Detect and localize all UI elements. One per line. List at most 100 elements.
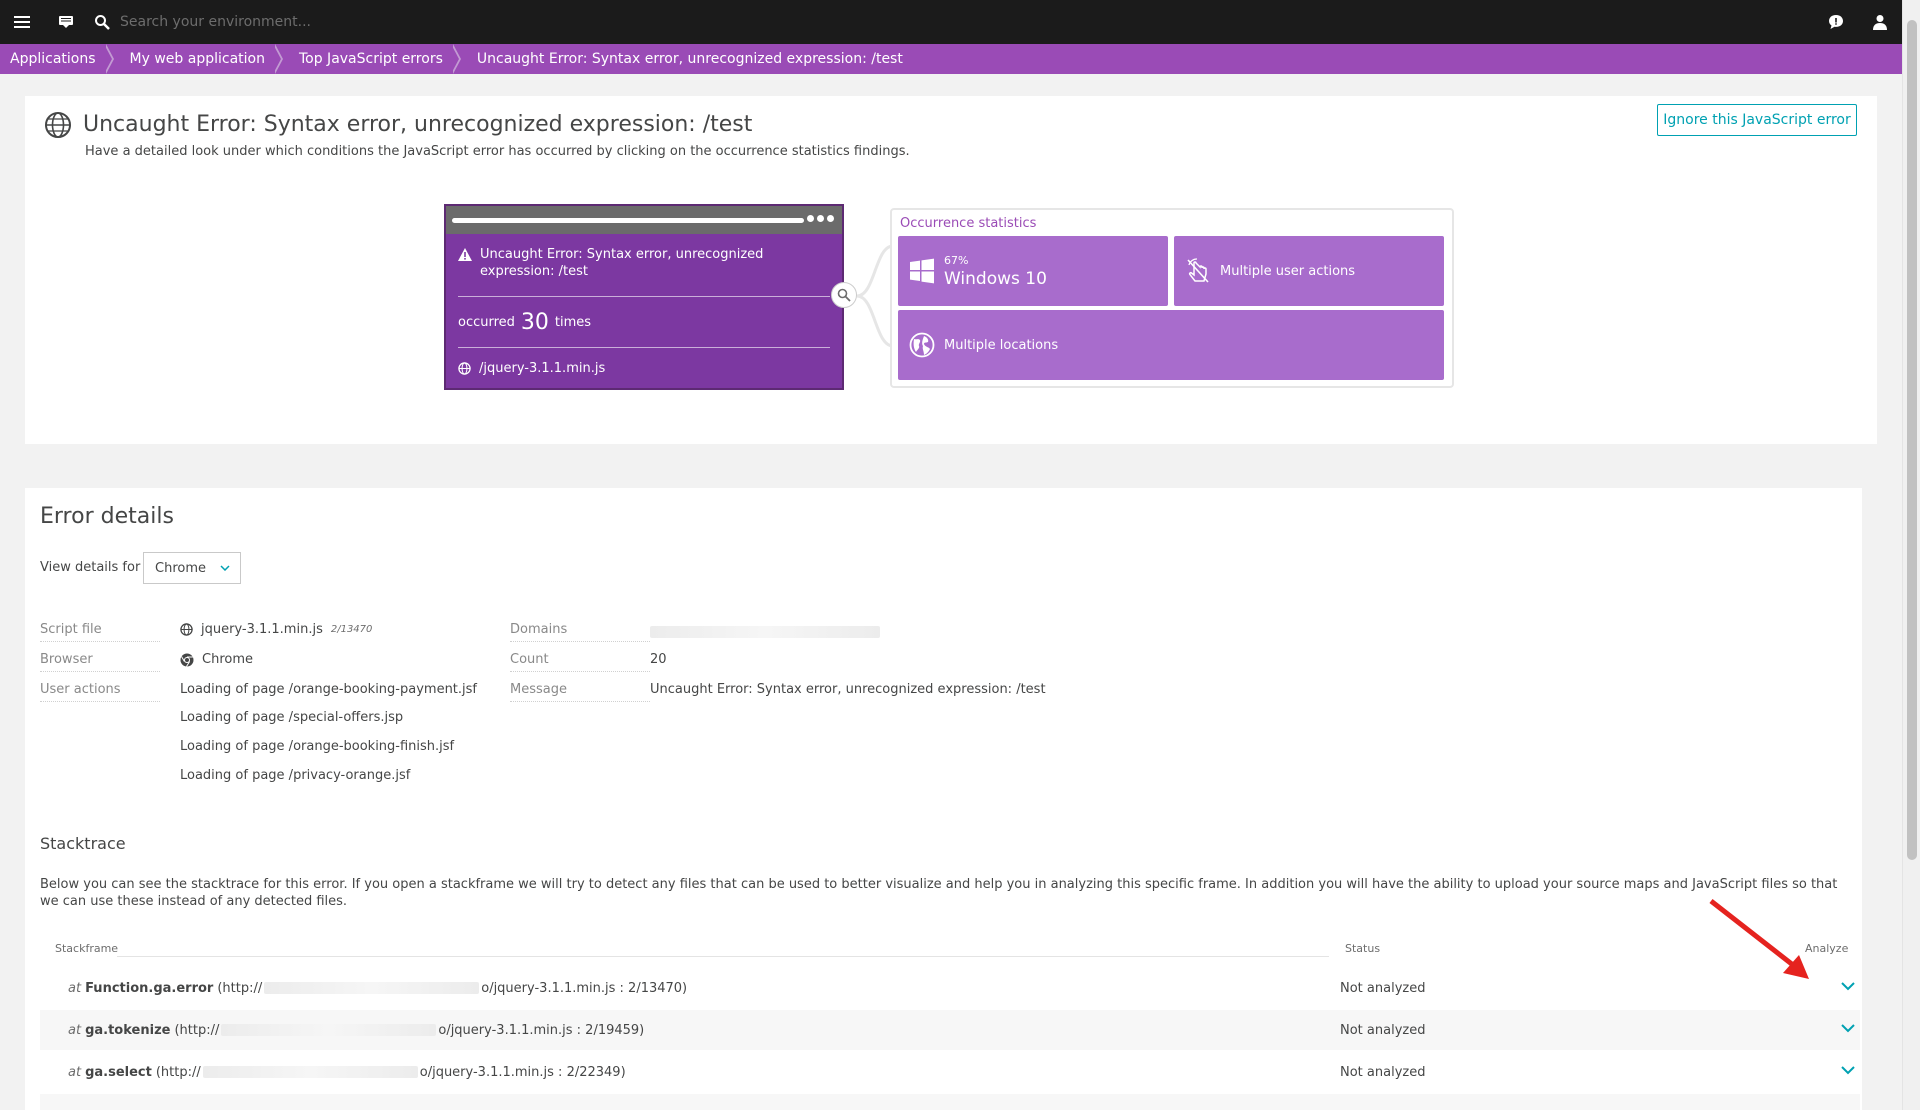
page-title: Uncaught Error: Syntax error, unrecogniz… xyxy=(83,112,753,137)
error-summary: Uncaught Error: Syntax error, unrecogniz… xyxy=(446,234,842,296)
globe-icon xyxy=(458,361,471,375)
connector-lines xyxy=(857,244,893,348)
occurrence-statistics: Occurrence statistics 67% Windows 10 Mul… xyxy=(890,208,1454,388)
frame-status: Not analyzed xyxy=(1340,1064,1426,1080)
chevron-down-icon[interactable] xyxy=(1840,981,1856,991)
error-file: /jquery-3.1.1.min.js xyxy=(446,348,842,388)
frame-url-suffix: o/jquery-3.1.1.min.js : 2/22349) xyxy=(419,1064,626,1080)
globe-icon xyxy=(45,112,71,138)
frame-url-prefix: (http:// xyxy=(155,1064,201,1080)
frame-status: Not analyzed xyxy=(1340,980,1426,996)
occurrence-title: Occurrence statistics xyxy=(900,216,1037,231)
occurrence-count: occurred 30 times xyxy=(446,297,842,347)
script-file-value: jquery-3.1.1.min.js 2/13470 xyxy=(180,622,372,637)
user-action-icon xyxy=(1184,257,1212,285)
chevron-down-icon[interactable] xyxy=(1840,1065,1856,1075)
occurred-count-value: 30 xyxy=(520,309,549,335)
count-label: Count xyxy=(510,652,650,672)
stackframe-row-partial[interactable] xyxy=(40,1094,1860,1110)
breadcrumb-top-javascript-errors[interactable]: Top JavaScript errors xyxy=(289,44,453,74)
user-icon[interactable] xyxy=(1858,0,1902,44)
error-browser-card: Uncaught Error: Syntax error, unrecogniz… xyxy=(444,204,844,390)
frame-status: Not analyzed xyxy=(1340,1022,1426,1038)
warning-icon xyxy=(458,248,472,261)
frame-function: Function.ga.error xyxy=(85,980,214,996)
menu-icon[interactable] xyxy=(0,0,44,44)
breadcrumb: Applications My web application Top Java… xyxy=(0,44,1902,74)
column-status: Status xyxy=(1345,942,1381,955)
breadcrumb-applications[interactable]: Applications xyxy=(0,44,106,74)
browser-label: Browser xyxy=(40,652,160,672)
browser-select-value: Chrome xyxy=(155,560,206,576)
os-name: Windows 10 xyxy=(944,268,1047,289)
frame-at: at xyxy=(68,1064,82,1080)
stackframe-row[interactable]: at ga.select (http:// o/jquery-3.1.1.min… xyxy=(40,1052,1860,1092)
user-actions-label: User actions xyxy=(40,682,160,702)
frame-url-redacted xyxy=(221,1024,437,1036)
chevron-down-icon xyxy=(220,565,230,571)
search-icon xyxy=(95,15,110,30)
annotation-arrow-icon xyxy=(1709,899,1809,979)
breadcrumb-separator xyxy=(103,44,120,74)
frame-url-prefix: (http:// xyxy=(217,980,263,996)
view-details-label: View details for xyxy=(40,560,141,575)
breadcrumb-current-error: Uncaught Error: Syntax error, unrecogniz… xyxy=(476,51,903,67)
breadcrumb-my-web-application[interactable]: My web application xyxy=(120,44,275,74)
breadcrumb-separator xyxy=(450,44,467,74)
frame-function: ga.select xyxy=(85,1064,152,1080)
user-action-item[interactable]: Loading of page /orange-booking-payment.… xyxy=(180,682,477,697)
stackframe-row[interactable]: at ga.tokenize (http:// o/jquery-3.1.1.m… xyxy=(40,1010,1860,1050)
frame-url-redacted xyxy=(264,982,480,994)
windows-icon xyxy=(908,258,936,284)
user-action-item[interactable]: Loading of page /orange-booking-finish.j… xyxy=(180,739,454,754)
browser-name: Chrome xyxy=(202,652,253,667)
notifications-icon[interactable] xyxy=(44,0,88,44)
page-scrollbar[interactable] xyxy=(1902,0,1920,1110)
breadcrumb-separator xyxy=(272,44,289,74)
frame-url-suffix: o/jquery-3.1.1.min.js : 2/13470) xyxy=(481,980,688,996)
message-value: Uncaught Error: Syntax error, unrecogniz… xyxy=(650,682,1046,697)
script-file-label: Script file xyxy=(40,622,160,642)
locations-label: Multiple locations xyxy=(944,337,1059,353)
ignore-error-button[interactable]: Ignore this JavaScript error xyxy=(1657,104,1857,136)
os-tile[interactable]: 67% Windows 10 xyxy=(898,236,1168,306)
error-file-name: /jquery-3.1.1.min.js xyxy=(479,360,606,376)
error-summary-text: Uncaught Error: Syntax error, unrecogniz… xyxy=(480,247,764,279)
error-details-title: Error details xyxy=(40,504,174,529)
script-file-name[interactable]: jquery-3.1.1.min.js xyxy=(201,622,323,637)
browser-chrome xyxy=(446,206,842,234)
script-file-position: 2/13470 xyxy=(330,624,373,635)
browser-select[interactable]: Chrome xyxy=(143,552,241,584)
frame-at: at xyxy=(68,1022,82,1038)
chrome-icon xyxy=(180,653,194,667)
stackframe-row[interactable]: at Function.ga.error (http:// o/jquery-3… xyxy=(40,968,1860,1008)
user-action-item[interactable]: Loading of page /special-offers.jsp xyxy=(180,710,403,725)
top-bar: Search your environment... xyxy=(0,0,1902,44)
message-label: Message xyxy=(510,682,650,702)
world-icon xyxy=(908,332,936,358)
magnifier-icon xyxy=(831,282,857,308)
scrollbar-thumb[interactable] xyxy=(1907,20,1917,860)
stacktrace-header: Stackframe Status Analyze xyxy=(55,942,1848,962)
error-overview-panel: Uncaught Error: Syntax error, unrecogniz… xyxy=(25,96,1877,444)
chat-icon[interactable] xyxy=(1814,0,1858,44)
domains-label: Domains xyxy=(510,622,650,642)
user-actions-label: Multiple user actions xyxy=(1220,263,1356,279)
stacktrace-description: Below you can see the stacktrace for thi… xyxy=(40,877,1838,909)
count-value: 20 xyxy=(650,652,667,667)
os-percent: 67% xyxy=(944,253,969,267)
user-actions-tile[interactable]: Multiple user actions xyxy=(1174,236,1444,306)
user-action-item[interactable]: Loading of page /privacy-orange.jsf xyxy=(180,768,410,783)
frame-url-prefix: (http:// xyxy=(174,1022,220,1038)
page-subtitle: Have a detailed look under which conditi… xyxy=(85,144,910,159)
locations-tile[interactable]: Multiple locations xyxy=(898,310,1444,380)
error-details-panel: Error details View details for Chrome Sc… xyxy=(25,488,1862,1110)
globe-icon xyxy=(180,623,193,636)
frame-function: ga.tokenize xyxy=(85,1022,171,1038)
search-bar[interactable]: Search your environment... xyxy=(94,14,311,30)
search-input[interactable]: Search your environment... xyxy=(120,14,311,30)
occurred-suffix: times xyxy=(554,314,592,330)
chevron-down-icon[interactable] xyxy=(1840,1023,1856,1033)
column-stackframe: Stackframe xyxy=(55,942,119,955)
occurred-prefix: occurred xyxy=(458,314,515,330)
